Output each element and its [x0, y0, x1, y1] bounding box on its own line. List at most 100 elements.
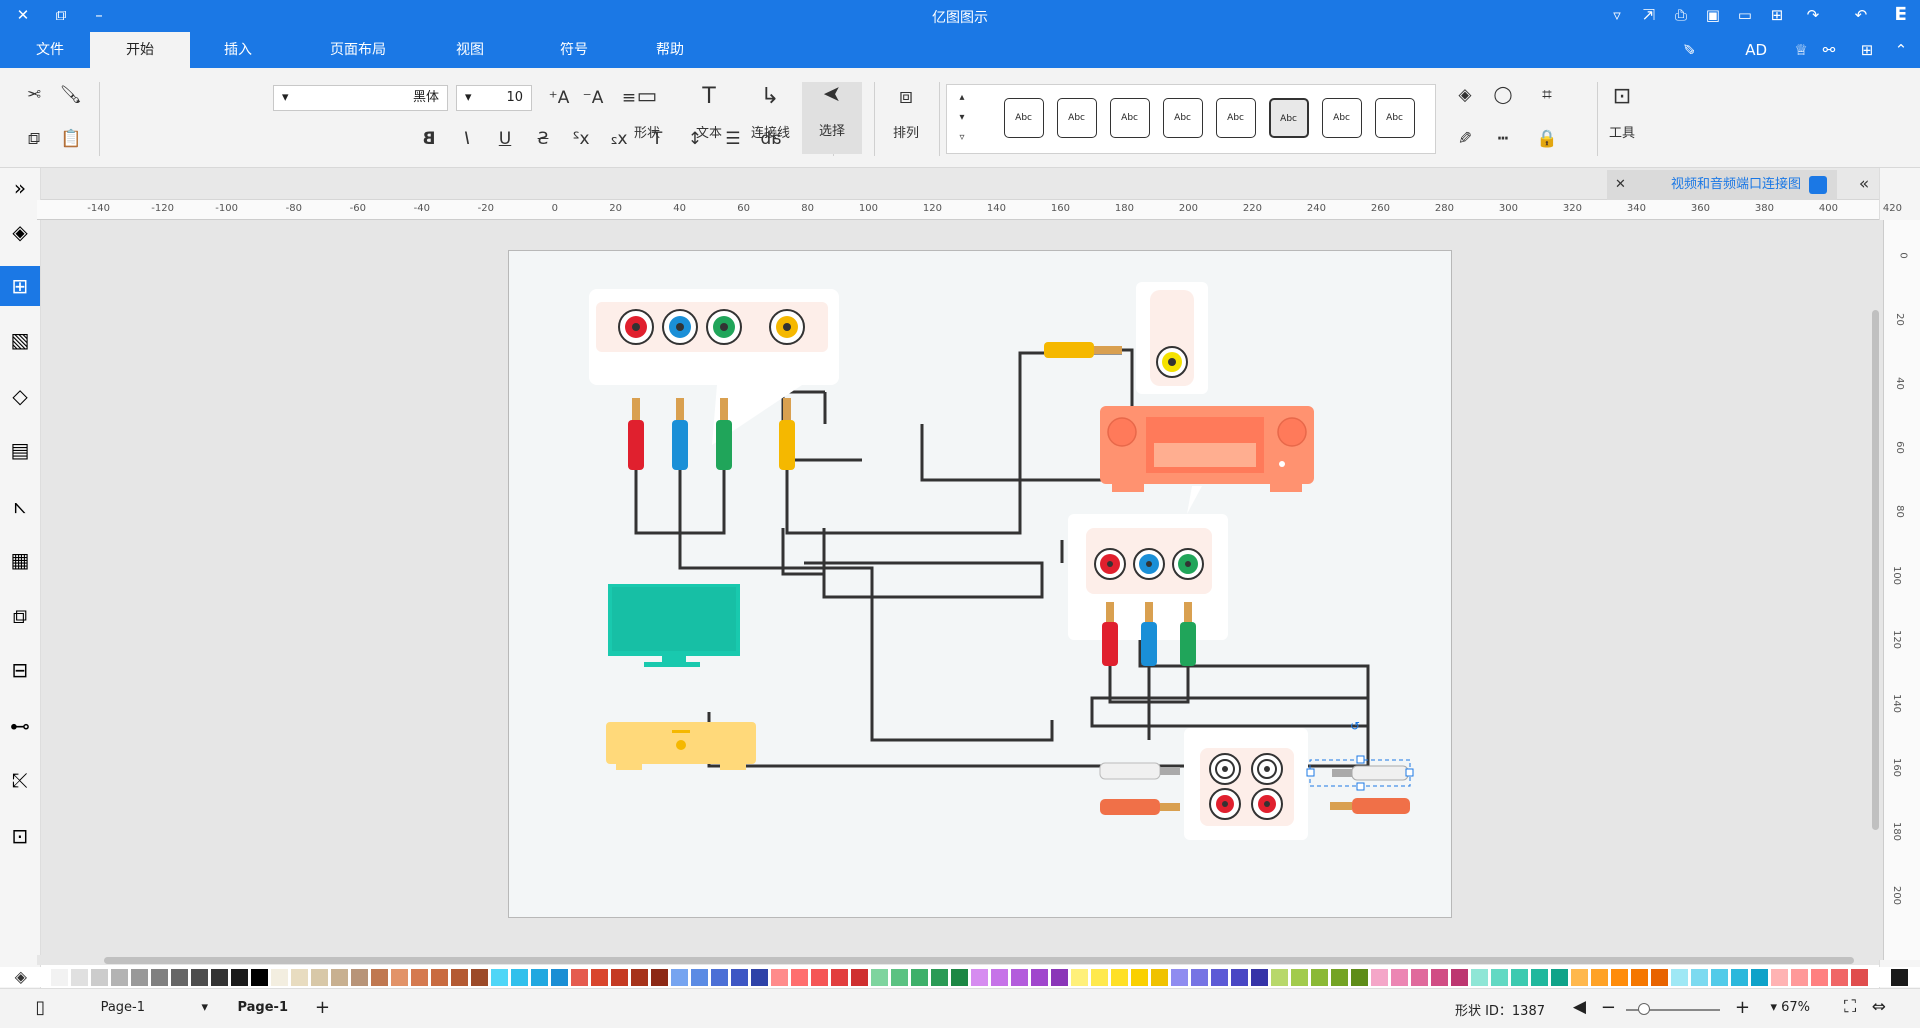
color-swatch[interactable] [751, 969, 768, 986]
zoom-out-icon[interactable]: − [1601, 997, 1616, 1018]
color-swatch[interactable] [1471, 969, 1488, 986]
tab-insert[interactable]: 插入 [188, 32, 288, 68]
color-swatch[interactable] [1211, 969, 1228, 986]
line-style-icon[interactable]: ┅ [1490, 126, 1516, 152]
color-swatch[interactable] [1731, 969, 1748, 986]
layers-icon[interactable]: ◇ [0, 376, 40, 416]
shape-button-label[interactable]: 形状 [624, 122, 670, 141]
color-swatch[interactable] [131, 969, 148, 986]
color-swatch[interactable] [971, 969, 988, 986]
tools-button[interactable]: ⊡ 工具 [1602, 84, 1642, 141]
color-swatch[interactable] [1851, 969, 1868, 986]
color-swatch[interactable] [451, 969, 468, 986]
strikethrough-icon[interactable]: S [530, 126, 556, 152]
close-icon[interactable]: ✕ [12, 4, 34, 26]
color-swatch[interactable] [871, 969, 888, 986]
color-swatch[interactable] [551, 969, 568, 986]
organize-icon[interactable]: ⧉ [0, 596, 40, 636]
tab-symbols[interactable]: 符号 [524, 32, 624, 68]
color-swatch[interactable] [291, 969, 308, 986]
color-swatch[interactable] [911, 969, 928, 986]
style-preset[interactable]: Abc [1375, 98, 1415, 138]
color-swatch[interactable] [1531, 969, 1548, 986]
color-swatch[interactable] [351, 969, 368, 986]
color-swatch[interactable] [1011, 969, 1028, 986]
style-preset[interactable]: Abc [1004, 98, 1044, 138]
color-swatch[interactable] [1271, 969, 1288, 986]
color-swatch[interactable] [1331, 969, 1348, 986]
text-button-label[interactable]: 文本 [686, 122, 732, 141]
fill-panel-icon[interactable]: ◈ [0, 212, 40, 252]
color-swatch[interactable] [711, 969, 728, 986]
color-swatch[interactable] [1091, 969, 1108, 986]
color-swatch[interactable] [1871, 969, 1888, 986]
share-icon[interactable]: ⚯ [1818, 39, 1840, 61]
color-swatch[interactable] [1131, 969, 1148, 986]
fit-width-icon[interactable]: ⇔ [1872, 997, 1886, 1017]
color-swatch[interactable] [391, 969, 408, 986]
color-swatch[interactable] [1511, 969, 1528, 986]
color-swatch[interactable] [1651, 969, 1668, 986]
shape-button[interactable]: ▭ [624, 84, 670, 110]
line-color-icon[interactable]: ✎ [1452, 126, 1478, 152]
tab-view[interactable]: 视图 [420, 32, 520, 68]
page-panel-icon[interactable]: ▯ [35, 997, 45, 1018]
color-swatch[interactable] [311, 969, 328, 986]
zoom-in-icon[interactable]: + [1735, 997, 1750, 1018]
style-preset[interactable]: Abc [1216, 98, 1256, 138]
tab-page-layout[interactable]: 页面布局 [308, 32, 408, 68]
color-swatch[interactable] [851, 969, 868, 986]
color-swatch[interactable] [571, 969, 588, 986]
style-preset[interactable]: Abc [1163, 98, 1203, 138]
style-preset[interactable]: Abc [1269, 98, 1309, 138]
restore-icon[interactable]: ⧉ [50, 4, 72, 26]
color-swatch[interactable] [1391, 969, 1408, 986]
color-swatch[interactable] [1051, 969, 1068, 986]
print-icon[interactable]: ⎙ [1670, 4, 1692, 26]
color-swatch[interactable] [31, 969, 48, 986]
audio-plugs-player[interactable] [1099, 762, 1180, 815]
collapse-ribbon-icon[interactable]: ⌃ [1890, 39, 1912, 61]
redo-icon[interactable]: ↷ [1850, 4, 1872, 26]
new-file-icon[interactable]: ⊞ [1766, 4, 1788, 26]
document-tab[interactable]: 视频和音频端口连接图 ✕ [1607, 170, 1837, 200]
color-swatch[interactable] [1711, 969, 1728, 986]
export-icon[interactable]: ⇱ [1638, 4, 1660, 26]
undo-icon[interactable]: ↶ [1802, 4, 1824, 26]
color-swatch[interactable] [1831, 969, 1848, 986]
color-swatch[interactable] [1791, 969, 1808, 986]
color-swatch[interactable] [51, 969, 68, 986]
bold-icon[interactable]: B [416, 126, 442, 152]
color-swatch[interactable] [831, 969, 848, 986]
rotate-handle-icon[interactable]: ↻ [1350, 719, 1360, 733]
color-swatch[interactable] [1251, 969, 1268, 986]
color-swatch[interactable] [431, 969, 448, 986]
color-swatch[interactable] [791, 969, 808, 986]
color-swatch[interactable] [1551, 969, 1568, 986]
theme-icon[interactable]: ♕ [1790, 39, 1812, 61]
color-swatch[interactable] [1571, 969, 1588, 986]
color-swatch[interactable] [491, 969, 508, 986]
media-player[interactable] [606, 722, 756, 770]
color-swatch[interactable] [1891, 969, 1908, 986]
connector-button[interactable]: ↲ [744, 84, 796, 110]
feedback-icon[interactable]: ✐ [1678, 39, 1700, 61]
style-preset[interactable]: Abc [1110, 98, 1150, 138]
color-swatch[interactable] [1291, 969, 1308, 986]
color-swatch[interactable] [371, 969, 388, 986]
page-selector[interactable]: Page-1 [101, 1000, 145, 1015]
color-swatch[interactable] [951, 969, 968, 986]
color-swatch[interactable] [1031, 969, 1048, 986]
color-swatch[interactable] [591, 969, 608, 986]
rca-plugs-component[interactable] [628, 398, 795, 470]
format-icon[interactable]: ⊟ [0, 650, 40, 690]
color-swatch[interactable] [1451, 969, 1468, 986]
television[interactable] [608, 584, 740, 667]
italic-icon[interactable]: I [454, 126, 480, 152]
color-swatch[interactable] [1811, 969, 1828, 986]
user-avatar-icon[interactable]: AD [1734, 39, 1778, 61]
color-swatch[interactable] [1311, 969, 1328, 986]
lock-icon[interactable]: 🔒 [1534, 126, 1560, 152]
vertical-scrollbar[interactable] [1872, 310, 1879, 830]
save-icon[interactable]: ▣ [1702, 4, 1724, 26]
